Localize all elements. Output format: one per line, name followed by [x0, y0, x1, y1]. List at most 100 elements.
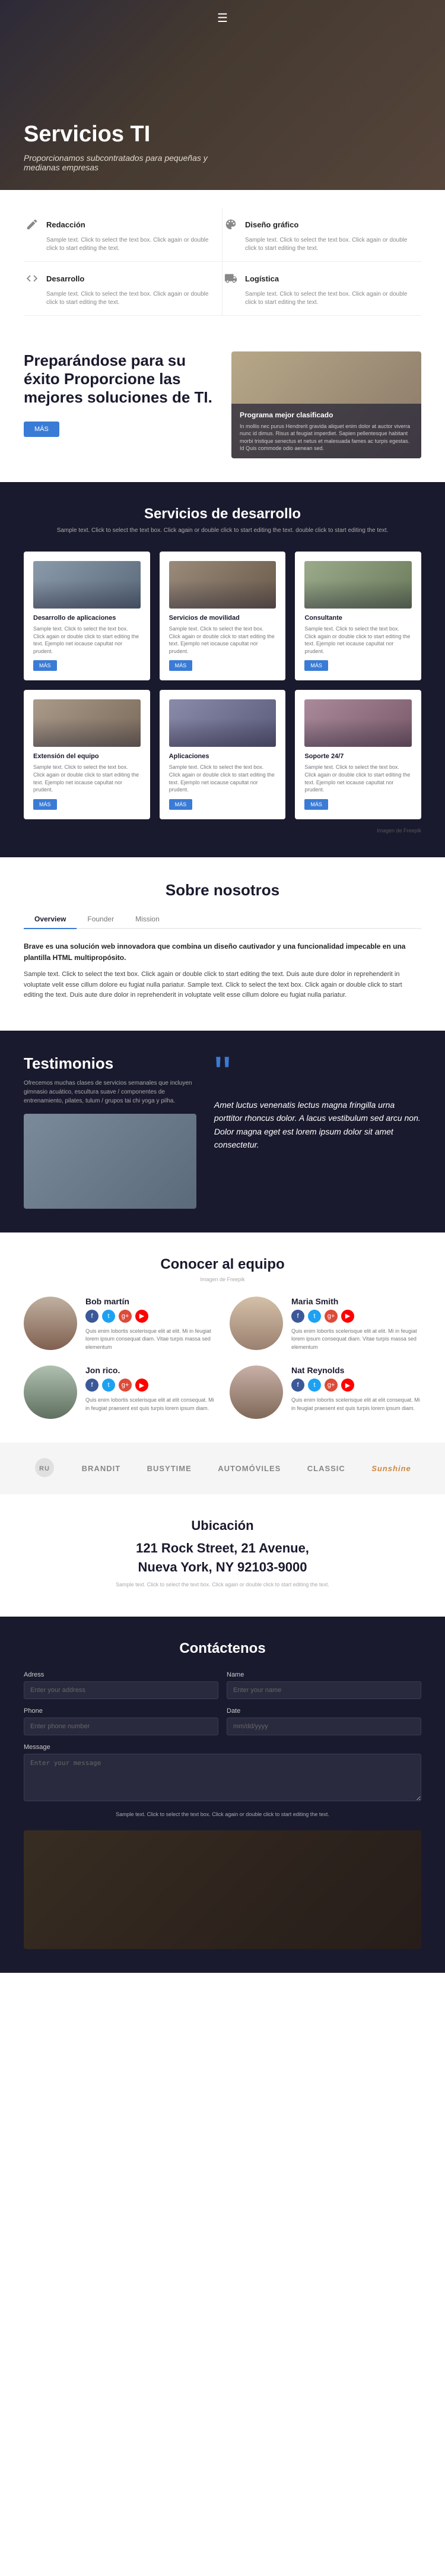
location-note: Sample text. Click to select the text bo…	[24, 1581, 421, 1589]
social-yt-icon-2[interactable]: ▶	[135, 1379, 148, 1392]
dev-card-btn-1[interactable]: MÁS	[169, 660, 193, 671]
name-input[interactable]	[227, 1681, 421, 1699]
dev-services-subtitle: Sample text. Click to select the text bo…	[24, 526, 421, 535]
about-us-content-bold: Brave es una solución web innovadora que…	[24, 941, 421, 964]
contact-title: Contáctenos	[24, 1640, 421, 1657]
form-group-message: Message	[24, 1744, 421, 1801]
truck-icon	[223, 270, 239, 287]
social-fb-icon-2[interactable]: f	[85, 1379, 98, 1392]
dev-card-desc-5: Sample text. Click to select the text bo…	[304, 763, 412, 793]
service-diseno: Diseño gráfico Sample text. Click to sel…	[223, 208, 421, 262]
phone-input[interactable]	[24, 1718, 218, 1735]
date-input[interactable]	[227, 1718, 421, 1735]
contact-image	[24, 1830, 421, 1949]
testimonials-subtitle: Ofrecemos muchas clases de servicios sem…	[24, 1079, 196, 1105]
service-logistica: Logística Sample text. Click to select t…	[223, 262, 421, 316]
about-right: Programa mejor clasificado In mollis nec…	[231, 351, 421, 458]
social-yt-icon-3[interactable]: ▶	[341, 1379, 354, 1392]
dev-services-section: Servicios de desarrollo Sample text. Cli…	[0, 482, 445, 857]
social-tw-icon-1[interactable]: t	[308, 1310, 321, 1323]
testimonials-section: Testimonios Ofrecemos muchas clases de s…	[0, 1031, 445, 1232]
address-input[interactable]	[24, 1681, 218, 1699]
hamburger-menu[interactable]: ☰	[217, 11, 228, 26]
social-gp-icon-0[interactable]: g+	[119, 1310, 132, 1323]
logo-5: Sunshine	[371, 1464, 411, 1473]
social-tw-icon-3[interactable]: t	[308, 1379, 321, 1392]
dev-card-btn-0[interactable]: MÁS	[33, 660, 57, 671]
social-fb-icon-3[interactable]: f	[291, 1379, 304, 1392]
team-desc-3: Quis enim lobortis scelerisque elit at e…	[291, 1396, 421, 1412]
dev-card-img-4	[169, 699, 276, 747]
date-label: Date	[227, 1707, 421, 1715]
dev-card-btn-4[interactable]: MÁS	[169, 799, 193, 810]
social-fb-icon-1[interactable]: f	[291, 1310, 304, 1323]
about-us-tabs: Overview Founder Mission	[24, 910, 421, 929]
service-redaccion-title: Redacción	[46, 220, 85, 229]
hero-subtitle: Proporcionamos subcontratados para peque…	[24, 153, 214, 172]
team-info-3: Nat Reynolds f t g+ ▶ Quis enim lobortis…	[291, 1365, 421, 1412]
dev-card-title-4: Aplicaciones	[169, 753, 276, 760]
team-info-0: Bob martín f t g+ ▶ Quis enim lobortis s…	[85, 1297, 215, 1352]
testimonials-quote: Amet luctus venenatis lectus magna fring…	[214, 1098, 421, 1152]
team-section: Conocer al equipo Imagen de Freepik Bob …	[0, 1232, 445, 1443]
team-avatar-3	[230, 1365, 283, 1419]
dev-card-5: Soporte 24/7 Sample text. Click to selec…	[295, 690, 421, 819]
tab-overview[interactable]: Overview	[24, 910, 77, 929]
dev-card-img-1	[169, 561, 276, 609]
about-left: Preparándose para su éxito Proporcione l…	[24, 351, 214, 437]
team-avatar-0	[24, 1297, 77, 1350]
pen-icon	[24, 216, 40, 233]
contact-form: Adress Name Phone Date Message	[24, 1671, 421, 1801]
dev-card-img-2	[304, 561, 412, 609]
dev-card-title-3: Extensión del equipo	[33, 753, 141, 760]
contact-section: Contáctenos Adress Name Phone Date Messa…	[0, 1617, 445, 1973]
message-label: Message	[24, 1744, 421, 1751]
social-yt-icon-1[interactable]: ▶	[341, 1310, 354, 1323]
social-gp-icon-3[interactable]: g+	[325, 1379, 338, 1392]
team-desc-2: Quis enim lobortis scelerisque elit at e…	[85, 1396, 215, 1412]
dev-card-img-3	[33, 699, 141, 747]
team-card-1: Maria Smith f t g+ ▶ Quis enim lobortis …	[230, 1297, 421, 1352]
dev-card-0: Desarrollo de aplicaciones Sample text. …	[24, 552, 150, 680]
team-img-credit: Imagen de Freepik	[24, 1276, 421, 1282]
dev-cards-grid: Desarrollo de aplicaciones Sample text. …	[24, 552, 421, 819]
dev-services-title: Servicios de desarrollo	[24, 506, 421, 522]
dev-card-btn-2[interactable]: MÁS	[304, 660, 328, 671]
dev-card-2: Consultante Sample text. Click to select…	[295, 552, 421, 680]
social-tw-icon-2[interactable]: t	[102, 1379, 115, 1392]
location-address-1: 121 Rock Street, 21 Avenue,	[24, 1541, 421, 1556]
dev-card-btn-5[interactable]: MÁS	[304, 799, 328, 810]
dev-card-img-5	[304, 699, 412, 747]
dev-card-desc-3: Sample text. Click to select the text bo…	[33, 763, 141, 793]
social-tw-icon-0[interactable]: t	[102, 1310, 115, 1323]
team-card-0: Bob martín f t g+ ▶ Quis enim lobortis s…	[24, 1297, 215, 1352]
service-logistica-title: Logística	[245, 274, 279, 283]
about-us-title: Sobre nosotros	[24, 881, 421, 899]
social-fb-icon-0[interactable]: f	[85, 1310, 98, 1323]
dev-card-desc-1: Sample text. Click to select the text bo…	[169, 625, 276, 655]
social-gp-icon-2[interactable]: g+	[119, 1379, 132, 1392]
team-card-3: Nat Reynolds f t g+ ▶ Quis enim lobortis…	[230, 1365, 421, 1419]
message-textarea[interactable]	[24, 1754, 421, 1801]
testimonials-left: Testimonios Ofrecemos muchas clases de s…	[24, 1054, 196, 1209]
social-yt-icon-0[interactable]: ▶	[135, 1310, 148, 1323]
team-social-0: f t g+ ▶	[85, 1310, 215, 1323]
testimonials-title: Testimonios	[24, 1054, 196, 1073]
location-title: Ubicación	[24, 1518, 421, 1533]
services-section: Redacción Sample text. Click to select t…	[0, 190, 445, 328]
phone-label: Phone	[24, 1707, 218, 1715]
team-card-2: Jon rico. f t g+ ▶ Quis enim lobortis sc…	[24, 1365, 215, 1419]
contact-footer-note: Sample text. Click to select the text bo…	[24, 1811, 421, 1819]
social-gp-icon-1[interactable]: g+	[325, 1310, 338, 1323]
testimonials-image	[24, 1114, 196, 1209]
logo-3: AUTOMÓVILES	[218, 1464, 281, 1473]
dev-card-3: Extensión del equipo Sample text. Click …	[24, 690, 150, 819]
dev-card-btn-3[interactable]: MÁS	[33, 799, 57, 810]
tab-mission[interactable]: Mission	[125, 910, 170, 929]
about-btn[interactable]: MÁS	[24, 422, 59, 437]
about-us-section: Sobre nosotros Overview Founder Mission …	[0, 857, 445, 1031]
tab-founder[interactable]: Founder	[77, 910, 125, 929]
team-social-1: f t g+ ▶	[291, 1310, 421, 1323]
dev-card-desc-0: Sample text. Click to select the text bo…	[33, 625, 141, 655]
form-group-name: Name	[227, 1671, 421, 1699]
